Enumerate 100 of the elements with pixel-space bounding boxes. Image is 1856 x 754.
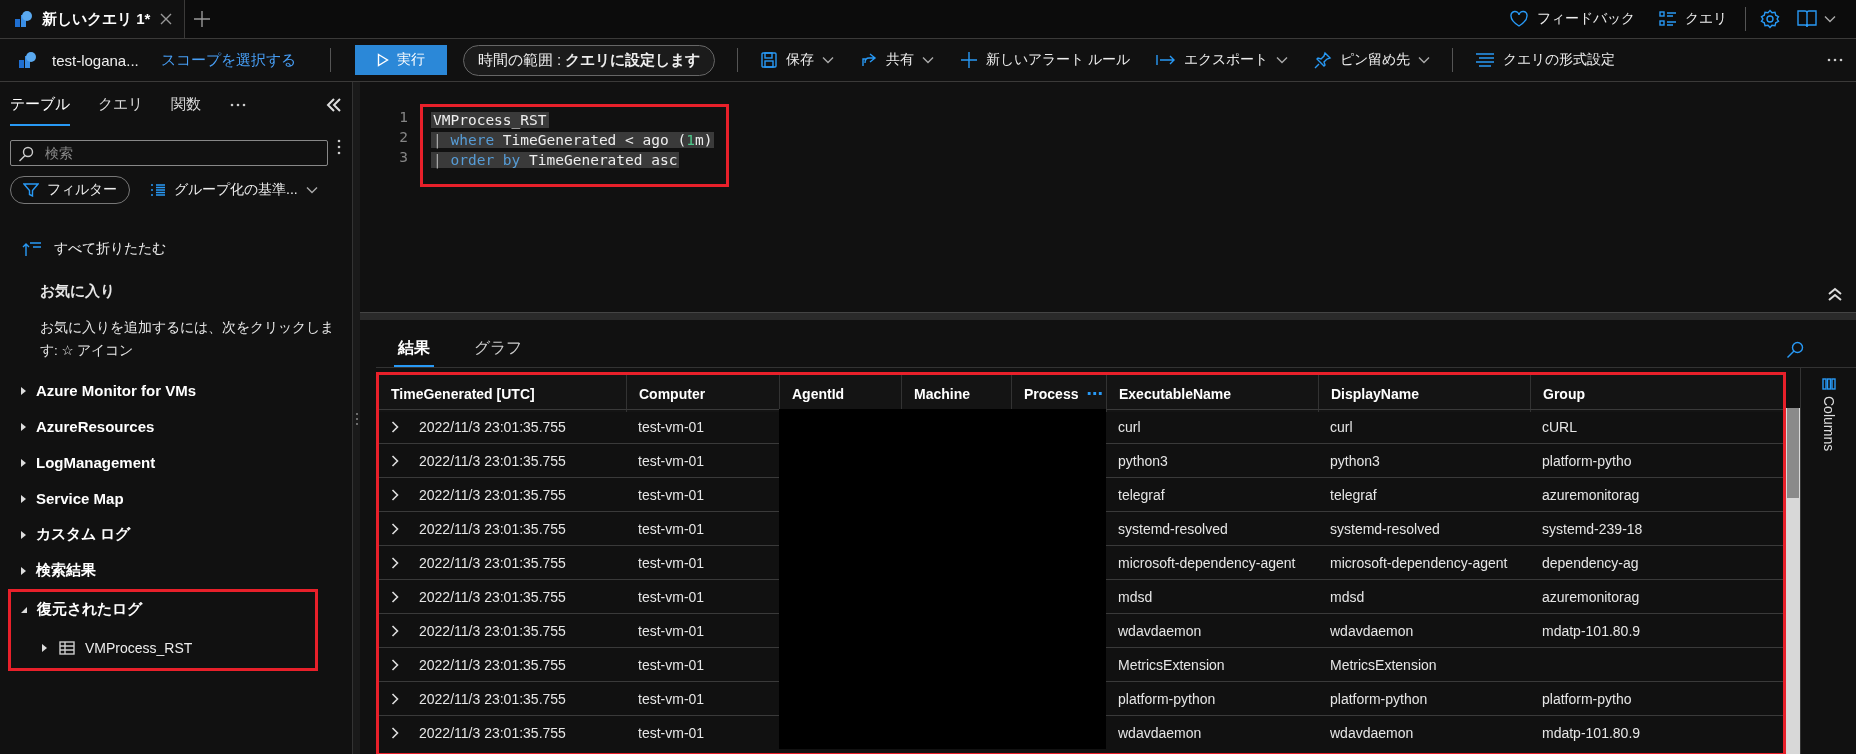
more-icon[interactable] (229, 102, 247, 108)
column-header[interactable]: Process (1024, 385, 1079, 402)
search-icon (18, 146, 34, 162)
collapse-panel-icon[interactable] (326, 98, 342, 112)
table-cell: dependency-ag (1542, 554, 1639, 571)
toolbar-action-button[interactable]: 保存 (750, 47, 845, 73)
expand-chevron-icon[interactable] (391, 726, 399, 739)
results-tab[interactable]: 結果 (394, 332, 434, 367)
caret-right-icon (18, 457, 28, 468)
tree-item[interactable]: Service Map (10, 480, 124, 517)
expand-chevron-icon[interactable] (391, 522, 399, 535)
table-cell: platform-pytho (1542, 452, 1632, 469)
tree-item[interactable]: VMProcess_RST (11, 627, 193, 668)
top-action-button[interactable]: クエリ (1647, 0, 1739, 38)
chevron-down-icon (1824, 15, 1836, 23)
tree-item[interactable]: AzureResources (10, 408, 155, 445)
table-cell: test-vm-01 (638, 418, 705, 435)
table-cell: test-vm-01 (638, 554, 705, 571)
table-cell: platform-python (1118, 690, 1216, 707)
column-menu-button[interactable]: ⋯ (1086, 384, 1103, 403)
close-icon[interactable] (160, 13, 173, 25)
results-tab[interactable]: グラフ (470, 332, 526, 367)
table-cell: mdsd (1118, 588, 1153, 605)
toolbar-action-button[interactable]: クエリの形式設定 (1465, 47, 1626, 73)
filter-icon (23, 183, 39, 197)
table-cell: test-vm-01 (638, 452, 705, 469)
column-header[interactable]: DisplayName (1331, 385, 1419, 402)
table-cell: test-vm-01 (638, 656, 705, 673)
expand-chevron-icon[interactable] (391, 420, 399, 433)
columns-panel-button[interactable]: Columns (1820, 396, 1837, 452)
format-lines-icon (1475, 52, 1496, 68)
table-cell: test-vm-01 (638, 690, 705, 707)
toolbar-action-button[interactable]: 新しいアラート ルール (950, 47, 1141, 73)
collapse-all-button[interactable]: すべて折りたたむ (22, 240, 342, 258)
columns-icon (1821, 378, 1836, 390)
arrow-right-icon (1156, 53, 1177, 67)
settings-icon[interactable] (1760, 9, 1780, 29)
expand-chevron-icon[interactable] (391, 556, 399, 569)
table-cell: wdavdaemon (1118, 724, 1202, 741)
table-cell: azuremonitorag (1542, 486, 1640, 503)
top-action-button[interactable]: フィードバック (1497, 0, 1647, 38)
book-icon[interactable] (1796, 9, 1818, 29)
chevron-down-icon (1418, 56, 1431, 64)
table-cell: curl (1118, 418, 1141, 435)
play-icon (376, 53, 389, 67)
table-cell: mdsd (1330, 588, 1365, 605)
select-scope-link[interactable]: スコープを選択する (160, 50, 296, 70)
more-icon[interactable] (1826, 57, 1844, 63)
table-cell: systemd-resolved (1118, 520, 1228, 537)
caret-right-icon (18, 385, 28, 396)
sidebar-tab[interactable]: テーブル (10, 84, 70, 126)
logo-icon (18, 51, 36, 69)
tree-item[interactable]: 検索結果 (10, 552, 96, 589)
table-cell: test-vm-01 (638, 724, 705, 741)
scrollbar[interactable] (1786, 408, 1800, 754)
search-icon[interactable] (1786, 341, 1804, 359)
tree-item[interactable]: カスタム ログ (10, 516, 131, 553)
table-cell: 2022/11/3 23:01:35.755 (419, 588, 566, 605)
toolbar-action-button[interactable]: エクスポート (1146, 47, 1299, 73)
chevron-down-icon (305, 186, 318, 194)
table-cell: python3 (1330, 452, 1380, 469)
table-cell: 2022/11/3 23:01:35.755 (419, 690, 566, 707)
column-header[interactable]: ExecutableName (1119, 385, 1232, 402)
table-cell: 2022/11/3 23:01:35.755 (419, 724, 566, 741)
time-range-button[interactable]: 時間の範囲 : クエリに設定します (462, 44, 716, 76)
group-by-dropdown[interactable]: グループ化の基準... (144, 180, 324, 200)
table-cell: 2022/11/3 23:01:35.755 (419, 486, 566, 503)
table-cell: test-vm-01 (638, 622, 705, 639)
table-cell: systemd-239-18 (1542, 520, 1643, 537)
run-button[interactable]: 実行 (354, 45, 447, 75)
query-tab[interactable]: 新しいクエリ 1* (0, 0, 186, 38)
search-field[interactable]: 検索 (10, 140, 328, 166)
column-header[interactable]: AgentId (792, 385, 845, 402)
toolbar-action-button[interactable]: ピン留め先 (1304, 47, 1441, 73)
table-icon (59, 640, 75, 655)
collapse-editor-icon[interactable] (1828, 287, 1842, 301)
line-number: 1 (398, 109, 409, 125)
chevron-down-icon (1276, 56, 1289, 64)
toolbar-action-button[interactable]: 共有 (850, 47, 945, 73)
column-header[interactable]: Group (1543, 385, 1585, 402)
sidebar-tab[interactable]: 関数 (171, 84, 201, 126)
expand-chevron-icon[interactable] (391, 624, 399, 637)
column-header[interactable]: Machine (914, 385, 970, 402)
table-cell: telegraf (1118, 486, 1165, 503)
expand-chevron-icon[interactable] (391, 488, 399, 501)
expand-chevron-icon[interactable] (391, 692, 399, 705)
table-cell: microsoft-dependency-agent (1118, 554, 1296, 571)
table-cell: python3 (1118, 452, 1168, 469)
tree-item[interactable]: 復元されたログ (11, 591, 142, 628)
expand-chevron-icon[interactable] (391, 454, 399, 467)
expand-chevron-icon[interactable] (391, 590, 399, 603)
column-header[interactable]: Computer (639, 385, 706, 402)
tree-item[interactable]: Azure Monitor for VMs (10, 372, 196, 409)
save-icon (760, 51, 779, 69)
sidebar-tab[interactable]: クエリ (98, 84, 143, 126)
table-cell: curl (1330, 418, 1353, 435)
column-header[interactable]: TimeGenerated [UTC] (391, 385, 535, 402)
kebab-icon[interactable] (336, 138, 342, 156)
expand-chevron-icon[interactable] (391, 658, 399, 671)
tree-item[interactable]: LogManagement (10, 444, 156, 481)
